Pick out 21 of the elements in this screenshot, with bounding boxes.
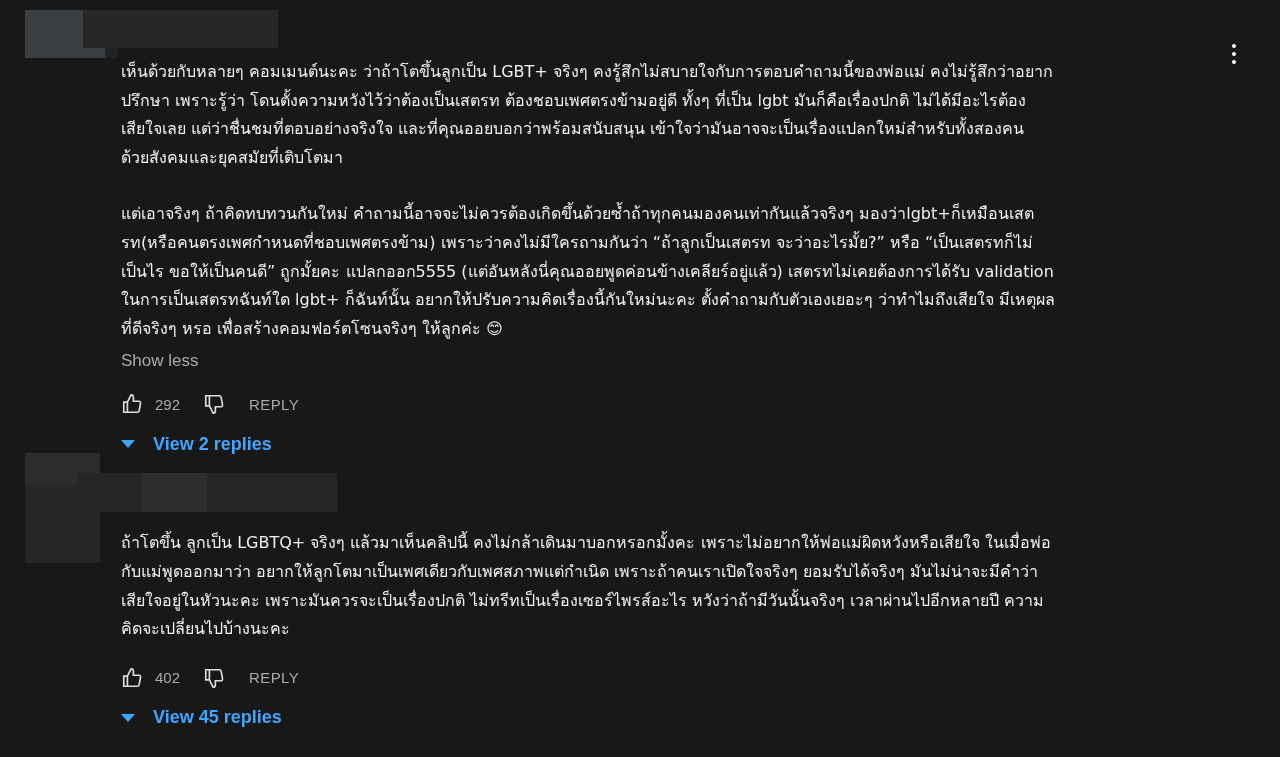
view-replies-button[interactable]: View 45 replies [121, 702, 282, 733]
thumbs-up-icon [121, 393, 143, 416]
caret-icon [121, 713, 135, 722]
comment-text: แต่เอาจริงๆ ถ้าคิดทบทวนกันใหม่ คำถามนี้อาจจะไม่ควรต้องเกิดขึ้นด้วยซ้ำถ้าทุกคนมองคนเท่ากันแล้วจริงๆ มองว่าlgbt+ก็เหมือนเสต รท(หรือคนตรงเพศกำหนดที่ชอบเพศตรงข้าม) เพราะว่าคงไม่มีใครถามกันว่า “ถ้าลูกเป็นเสตรท จะว่าอะไรมั้ย?” หรือ “เป็นเสตรทก็ไม่ เป็นไร ขอให้เป็นคนดี” ถูกมั้ยคะ แปลกออก5555 (แต่อันหลังนี่คุณออยพูดค่อนข้างเคลียร์อยู่แล้ว) เสตรทไม่เคยต้องการได้รับ validation ในการเป็นเสตรทฉันท์ใด lgbt+ ก็ฉันท์นั้น อยากให้ปรับความคิดเรื่องนี้กันใหม่นะคะ ตั้งคำถามกับตัวเองเยอะๆ ว่าทำไมถึงเสียใจ มีเหตุผล ที่ดีจริงๆ หรอ เพื่อสร้างคอมฟอร์ตโซนจริงๆ ให้ลูกค่ะ 😊 [121, 201, 1056, 341]
like-count: 402 [155, 669, 182, 687]
dislike-button[interactable] [203, 393, 225, 416]
thumbs-down-icon [203, 666, 225, 689]
view-replies-button[interactable]: View 2 replies [121, 429, 272, 460]
caret-icon [121, 440, 135, 449]
dislike-button[interactable] [203, 666, 225, 689]
thumbs-down-icon [203, 393, 225, 416]
reply-button[interactable]: REPLY [249, 669, 300, 687]
comment-text: เห็นด้วยกับหลายๆ คอมเมนต์นะคะ ว่าถ้าโตขึ้นลูกเป็น LGBT+ จริงๆ คงรู้สึกไม่สบายใจกับการตอบคำถามนี้ของพ่อแม่ คงไม่รู้สึกว่าอยาก ปรึกษา เพราะรู้ว่า โดนตั้งความหวังไว้ว่าต้องเป็นเสตรท ต้องชอบเพศตรงข้ามอยู่ดี ทั้งๆ ที่เป็น lgbt มันก็คือเรื่องปกติ ไม่ได้มีอะไรต้อง เสียใจเลย แต่ว่าชื่นชมที่ตอบอย่างจริงใจ และที่คุณออยบอกว่าพร้อมสนับสนุน เข้าใจว่ามันอาจจะเป็นเรื่องแปลกใหม่สำหรับทั้งสองคน ด้วยสังคมและยุคสมัยที่เติบโตมา [121, 59, 1054, 170]
like-count: 292 [155, 395, 182, 413]
show-less-button[interactable]: Show less [121, 349, 199, 374]
thumbs-up-icon [121, 666, 143, 689]
kebab-menu-icon [1232, 44, 1236, 64]
like-button[interactable] [121, 393, 143, 416]
comment-text: ถ้าโตขึ้น ลูกเป็น LGBTQ+ จริงๆ แล้วมาเห็นคลิปนี้ คงไม่กล้าเดินมาบอกหรอกมั้งคะ เพราะไม่อยากให้พ่อแม่ผิดหวังหรือเสียใจ ในเมื่อพ่อ กับแม่พูดออกมาว่า อยากให้ลูกโตมาเป็นเพศเดียวกับเพศสภาพแต่กำเนิด เพราะถ้าคนเราเปิดใจจริงๆ ยอมรับได้จริงๆ มันไม่น่าจะมีคำว่า เสียใจอยู่ในหัวนะคะ เพราะมันควรจะเป็นเรื่องปกติ ไม่ทรีทเป็นเรื่องเซอร์ไพรส์อะไร หวังว่าถ้ามีวันนั้นจริงๆ เวลาผ่านไปอีกหลายปี ความ คิดจะเปลี่ยนไปบ้างนะคะ [121, 530, 1052, 641]
like-button[interactable] [121, 666, 143, 689]
reply-button[interactable]: REPLY [249, 395, 300, 413]
